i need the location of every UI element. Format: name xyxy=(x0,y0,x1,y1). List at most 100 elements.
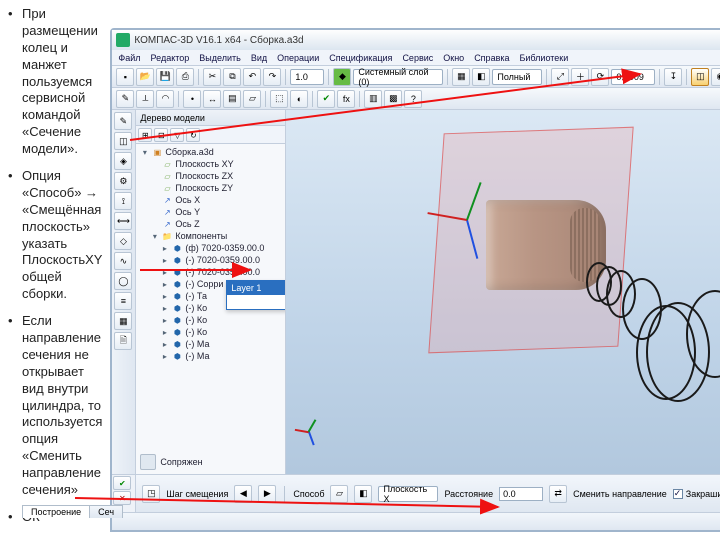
tree-axis[interactable]: ↗Ось Y xyxy=(140,206,281,218)
display-icon[interactable]: ◉ xyxy=(711,68,720,86)
tool-dim-icon[interactable]: ⟷ xyxy=(114,212,132,230)
viewport-3d[interactable] xyxy=(286,110,720,474)
arc-icon[interactable]: ◠ xyxy=(156,90,174,108)
tree-component[interactable]: ▸⬢(-) Ко xyxy=(140,314,281,326)
menu-window[interactable]: Окно xyxy=(443,53,464,63)
method-offset-icon[interactable]: ▱ xyxy=(330,485,348,503)
tool-edit-icon[interactable]: ✎ xyxy=(114,112,132,130)
menu-select[interactable]: Выделить xyxy=(199,53,241,63)
tree-filter-icon[interactable]: ▽ xyxy=(170,128,184,142)
save-icon[interactable]: 💾 xyxy=(156,68,174,86)
secondary-toolbar: ✎ ⟂ ◠ • ↔ ▤ ▱ ⬚ ◐ ✔ fx ▥ ▩ ? xyxy=(112,88,720,110)
style-dropdown[interactable]: Полный xyxy=(492,69,542,85)
tree-axis[interactable]: ↗Ось Z xyxy=(140,218,281,230)
tree-expand-icon[interactable]: ⊞ xyxy=(138,128,152,142)
misc2-icon[interactable]: ▩ xyxy=(384,90,402,108)
paint-checkbox[interactable] xyxy=(673,489,683,499)
redo-icon[interactable]: ↷ xyxy=(263,68,281,86)
sketch-icon[interactable]: ▱ xyxy=(243,90,261,108)
tree-axis[interactable]: ↗Ось X xyxy=(140,194,281,206)
tool-report-icon[interactable]: 🗎 xyxy=(114,332,132,350)
zoom-in-icon[interactable]: ＋ xyxy=(571,68,589,86)
cut-icon[interactable]: ✂ xyxy=(203,68,221,86)
tree-root[interactable]: ▾▣Сборка.a3d xyxy=(140,146,281,158)
layer-dropdown[interactable]: Системный слой (0) xyxy=(353,69,443,85)
layer-popup-empty xyxy=(227,295,285,309)
menu-file[interactable]: Файл xyxy=(118,53,140,63)
tree-component[interactable]: ▸⬢(-) Ма xyxy=(140,338,281,350)
fx-icon[interactable]: fx xyxy=(337,90,355,108)
tree-refresh-icon[interactable]: ↻ xyxy=(186,128,200,142)
tool-aux-icon[interactable]: ◇ xyxy=(114,232,132,250)
axis-icon: ↗ xyxy=(162,207,172,217)
distance-input[interactable]: 0.0 xyxy=(499,487,543,501)
layer-popup[interactable]: Layer 1 xyxy=(226,280,285,310)
menu-spec[interactable]: Спецификация xyxy=(329,53,392,63)
tree-collapse-icon[interactable]: ⊟ xyxy=(154,128,168,142)
right-arrow-icon[interactable]: ▶ xyxy=(258,485,276,503)
prop-ok-icon[interactable]: ✔ xyxy=(113,476,131,490)
tool-lib-icon[interactable]: ≡ xyxy=(114,292,132,310)
tool-hole-icon[interactable]: ◯ xyxy=(114,272,132,290)
tool-ref-icon[interactable]: ▦ xyxy=(114,312,132,330)
undo-icon[interactable]: ↶ xyxy=(243,68,261,86)
reverse-direction-icon[interactable]: ⇄ xyxy=(549,485,567,503)
scale-field[interactable]: 1.0 xyxy=(290,69,324,85)
grid-icon[interactable]: ▤ xyxy=(223,90,241,108)
point-icon[interactable]: • xyxy=(183,90,201,108)
wire-icon[interactable]: ▦ xyxy=(452,68,470,86)
tree-component[interactable]: ▸⬢(-) Ко xyxy=(140,326,281,338)
copy-icon[interactable]: ⧉ xyxy=(223,68,241,86)
tree-components[interactable]: ▾📁Компоненты xyxy=(140,230,281,242)
method-plane-icon[interactable]: ◧ xyxy=(354,485,372,503)
left-arrow-icon[interactable]: ◀ xyxy=(234,485,252,503)
prop-cancel-icon[interactable]: ✕ xyxy=(113,491,131,505)
layer-icon[interactable]: ◆ xyxy=(333,68,351,86)
revolve-icon[interactable]: ◐ xyxy=(290,90,308,108)
section-view-icon[interactable]: ◫ xyxy=(691,68,709,86)
axis-icon[interactable]: ↧ xyxy=(664,68,682,86)
menu-libraries[interactable]: Библиотеки xyxy=(520,53,569,63)
bullet-item: Если направление сечения не открывает ви… xyxy=(8,313,102,499)
plane-icon: ▱ xyxy=(162,183,172,193)
menu-edit[interactable]: Редактор xyxy=(151,53,190,63)
menu-help[interactable]: Справка xyxy=(474,53,509,63)
tree-plane[interactable]: ▱Плоскость XY xyxy=(140,158,281,170)
rotate-icon[interactable]: ⟳ xyxy=(591,68,609,86)
tree-component[interactable]: ▸⬢(-) 7020-0359.00.0 xyxy=(140,266,281,278)
tool-part-icon[interactable]: ◫ xyxy=(114,132,132,150)
tree-component[interactable]: ▸⬢(-) Ма xyxy=(140,350,281,362)
misc1-icon[interactable]: ▥ xyxy=(364,90,382,108)
menu-operations[interactable]: Операции xyxy=(277,53,319,63)
orientation-widget[interactable] xyxy=(292,416,326,450)
constraints-icon xyxy=(140,454,156,470)
dim-icon[interactable]: ↔ xyxy=(203,90,221,108)
menu-service[interactable]: Сервис xyxy=(402,53,433,63)
tree-plane[interactable]: ▱Плоскость ZX xyxy=(140,170,281,182)
tree-plane[interactable]: ▱Плоскость ZY xyxy=(140,182,281,194)
help-icon[interactable]: ? xyxy=(404,90,422,108)
open-icon[interactable]: 📂 xyxy=(136,68,154,86)
tool-mate-icon[interactable]: ⟟ xyxy=(114,192,132,210)
bullet-item: При размещении колец и манжет пользуемся… xyxy=(8,6,102,158)
tool-surf-icon[interactable]: ◈ xyxy=(114,152,132,170)
value-field[interactable]: 0.2009 xyxy=(611,69,655,85)
print-icon[interactable]: ⎙ xyxy=(176,68,194,86)
layer-popup-item[interactable]: Layer 1 xyxy=(227,281,285,295)
menu-view[interactable]: Вид xyxy=(251,53,267,63)
constraints-node[interactable]: Сопряжен xyxy=(140,454,202,470)
ok-icon[interactable]: ✔ xyxy=(317,90,335,108)
tree-component[interactable]: ▸⬢(-) 7020-0359.00.0 xyxy=(140,254,281,266)
measure-icon[interactable]: ⟂ xyxy=(136,90,154,108)
tool-spline-icon[interactable]: ∿ xyxy=(114,252,132,270)
edit-icon[interactable]: ✎ xyxy=(116,90,134,108)
prop-tool-icon[interactable]: ◳ xyxy=(142,485,160,503)
tool-assy-icon[interactable]: ⚙ xyxy=(114,172,132,190)
zoom-fit-icon[interactable]: ⤢ xyxy=(551,68,569,86)
tree-component[interactable]: ▸⬢(ф) 7020-0359.00.0 xyxy=(140,242,281,254)
extrude-icon[interactable]: ⬚ xyxy=(270,90,288,108)
shade-icon[interactable]: ◧ xyxy=(472,68,490,86)
new-icon[interactable]: ▪ xyxy=(116,68,134,86)
plane-dropdown[interactable]: Плоскость Х xyxy=(378,486,438,502)
model-tree[interactable]: ▾▣Сборка.a3d ▱Плоскость XY ▱Плоскость ZX… xyxy=(136,144,285,474)
